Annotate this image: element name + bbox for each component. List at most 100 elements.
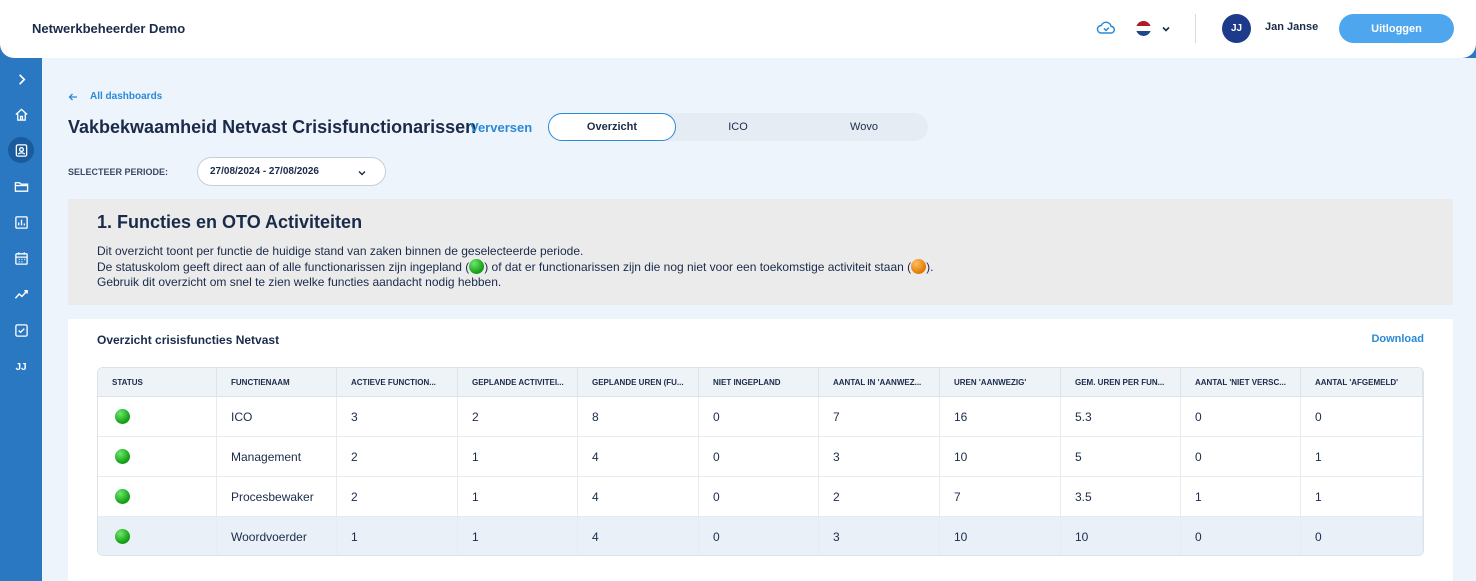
logout-button[interactable]: Uitloggen [1339, 14, 1454, 43]
table-cell: 3 [337, 397, 458, 436]
table-cell: 0 [1301, 397, 1423, 436]
green-status-icon [469, 259, 485, 274]
table-title: Overzicht crisisfuncties Netvast [97, 333, 280, 347]
info-line-1: Dit overzicht toont per functie de huidi… [97, 244, 584, 258]
user-name: Jan Janse [1265, 21, 1319, 33]
green-status-icon [115, 449, 130, 464]
period-label: SELECTEER PERIODE: [68, 167, 169, 177]
table-cell: 0 [699, 477, 819, 516]
table-cell: 2 [458, 397, 578, 436]
table-cell: 0 [1181, 517, 1301, 555]
table-cell: 8 [578, 397, 699, 436]
column-header[interactable]: STATUS [98, 368, 217, 397]
download-button[interactable]: Download [1371, 333, 1424, 345]
info-line-2: De statuskolom geeft direct aan of alle … [97, 259, 934, 274]
trend-line-icon[interactable] [8, 281, 34, 307]
column-header[interactable]: GEPLANDE UREN (FU... [578, 368, 699, 397]
function-name-cell: Woordvoerder [217, 517, 337, 555]
status-cell [98, 397, 217, 436]
column-header[interactable]: ACTIEVE FUNCTION... [337, 368, 458, 397]
chevron-down-icon [358, 171, 366, 176]
calendar-icon[interactable] [8, 245, 34, 271]
avatar[interactable]: JJ [1222, 14, 1251, 43]
table-cell: 0 [1181, 397, 1301, 436]
chevron-down-icon[interactable] [1160, 22, 1172, 34]
info-panel: 1. Functies en OTO Activiteiten Dit over… [68, 199, 1453, 305]
table-card: Overzicht crisisfuncties Netvast Downloa… [68, 319, 1453, 581]
back-to-dashboards-link[interactable]: All dashboards [68, 91, 162, 102]
table-cell: 10 [940, 437, 1061, 476]
sidebar-user-initials[interactable]: JJ [0, 362, 42, 373]
period-value: 27/08/2024 - 27/08/2026 [210, 166, 319, 177]
table-cell: 1 [1301, 477, 1423, 516]
table-cell: 1 [458, 477, 578, 516]
table-cell: 5.3 [1061, 397, 1181, 436]
topbar-background: Netwerkbeheerder Demo JJ Jan Janse Uitlo… [0, 0, 1476, 58]
tab-overzicht[interactable]: Overzicht [548, 113, 676, 141]
column-header[interactable]: FUNCTIENAAM [217, 368, 337, 397]
section-title: 1. Functies en OTO Activiteiten [97, 212, 363, 232]
table-cell: 1 [1301, 437, 1423, 476]
app-title: Netwerkbeheerder Demo [32, 21, 186, 36]
table-cell: 2 [337, 477, 458, 516]
table-cell: 10 [1061, 517, 1181, 555]
table-row[interactable]: Woordvoerder 1 1 4 0 3 10 10 0 0 [98, 517, 1423, 555]
arrow-left-icon [68, 93, 77, 100]
bar-chart-icon[interactable] [8, 209, 34, 235]
checklist-icon[interactable] [8, 317, 34, 343]
table-cell: 0 [699, 397, 819, 436]
cloud-sync-icon[interactable] [1096, 19, 1116, 37]
language-flag-icon[interactable] [1136, 21, 1151, 36]
crisis-functions-table: STATUS FUNCTIENAAM ACTIEVE FUNCTION... GEPL… [97, 367, 1424, 556]
column-header[interactable]: AANTAL IN 'AANWEZ... [819, 368, 940, 397]
table-row[interactable]: Procesbewaker 2 1 4 0 2 7 3.5 1 1 [98, 477, 1423, 517]
column-header[interactable]: GEPLANDE ACTIVITEI... [458, 368, 578, 397]
table-cell: 5 [1061, 437, 1181, 476]
info-line-3: Gebruik dit overzicht om snel te zien we… [97, 275, 502, 289]
green-status-icon [115, 489, 130, 504]
table-row[interactable]: ICO 3 2 8 0 7 16 5.3 0 0 [98, 397, 1423, 437]
status-cell [98, 477, 217, 516]
chevron-right-icon[interactable] [8, 66, 34, 92]
column-header[interactable]: GEM. UREN PER FUN... [1061, 368, 1181, 397]
view-tabs: Overzicht ICO Wovo [548, 113, 928, 141]
orange-status-icon [911, 259, 927, 274]
green-status-icon [115, 529, 130, 544]
table-cell: 0 [1181, 437, 1301, 476]
folder-icon[interactable] [8, 173, 34, 199]
column-header[interactable]: AANTAL 'NIET VERSC... [1181, 368, 1301, 397]
table-cell: 0 [699, 437, 819, 476]
column-header[interactable]: AANTAL 'AFGEMELD' [1301, 368, 1423, 397]
header-divider [1195, 14, 1196, 43]
sidebar: JJ [0, 58, 42, 581]
table-cell: 0 [1301, 517, 1423, 555]
user-badge-icon[interactable] [8, 137, 34, 163]
table-cell: 16 [940, 397, 1061, 436]
table-cell: 4 [578, 517, 699, 555]
table-cell: 1 [458, 517, 578, 555]
table-cell: 3.5 [1061, 477, 1181, 516]
column-header[interactable]: NIET INGEPLAND [699, 368, 819, 397]
info-description: Dit overzicht toont per functie de huidi… [97, 244, 933, 290]
back-link-label: All dashboards [90, 91, 163, 102]
page-title: Vakbekwaamheid Netvast Crisisfunctionari… [68, 117, 477, 137]
table-cell: 2 [819, 477, 940, 516]
home-icon[interactable] [8, 101, 34, 127]
refresh-button[interactable]: Verversen [470, 120, 532, 135]
table-row[interactable]: Management 2 1 4 0 3 10 5 0 1 [98, 437, 1423, 477]
header: Netwerkbeheerder Demo JJ Jan Janse Uitlo… [0, 0, 1476, 58]
function-name-cell: Management [217, 437, 337, 476]
table-cell: 4 [578, 437, 699, 476]
function-name-cell: ICO [217, 397, 337, 436]
tab-ico[interactable]: ICO [674, 113, 802, 141]
table-cell: 10 [940, 517, 1061, 555]
table-cell: 3 [819, 517, 940, 555]
table-header: STATUS FUNCTIENAAM ACTIEVE FUNCTION... GEPL… [98, 368, 1423, 397]
table-cell: 4 [578, 477, 699, 516]
green-status-icon [115, 409, 130, 424]
column-header[interactable]: UREN 'AANWEZIG' [940, 368, 1061, 397]
table-cell: 2 [337, 437, 458, 476]
tab-wovo[interactable]: Wovo [800, 113, 928, 141]
period-select[interactable]: 27/08/2024 - 27/08/2026 [197, 157, 386, 186]
table-cell: 7 [940, 477, 1061, 516]
